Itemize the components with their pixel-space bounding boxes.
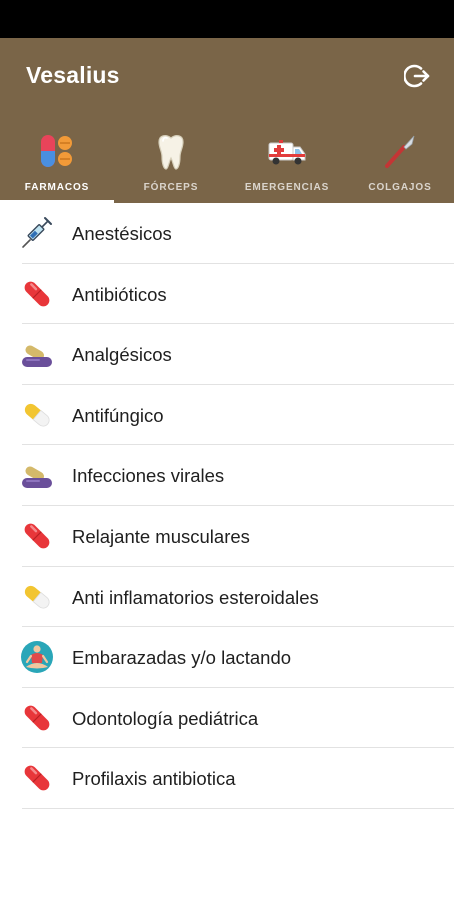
meditation-icon bbox=[20, 640, 54, 674]
list-item-label: Embarazadas y/o lactando bbox=[72, 647, 292, 669]
list-item[interactable]: Anti inflamatorios esteroidales bbox=[0, 567, 454, 628]
list-item-label: Profilaxis antibiotica bbox=[72, 768, 236, 790]
list-item[interactable]: Relajante musculares bbox=[0, 506, 454, 567]
list-item[interactable]: Profilaxis antibiotica bbox=[0, 748, 454, 809]
tab-emergencias[interactable]: EMERGENCIAS bbox=[228, 126, 346, 203]
red-pill-icon bbox=[20, 277, 54, 311]
tab-forceps[interactable]: FÓRCEPS bbox=[114, 126, 228, 203]
list-item-label: Anestésicos bbox=[72, 223, 172, 244]
ambulance-icon bbox=[267, 132, 307, 172]
logout-button[interactable] bbox=[402, 60, 434, 92]
list-item-label: Analgésicos bbox=[72, 344, 172, 366]
list-item-label: Anti inflamatorios esteroidales bbox=[72, 586, 319, 608]
tooth-icon bbox=[151, 132, 191, 172]
list-item[interactable]: Antifúngico bbox=[0, 385, 454, 446]
purple-capsule-icon bbox=[20, 337, 54, 371]
list-item-label: Antibióticos bbox=[72, 283, 167, 305]
tab-label: COLGAJOS bbox=[368, 182, 432, 193]
red-pill-icon bbox=[20, 519, 54, 553]
tab-bar: FARMACOS FÓRCEPS EMERGENCIAS COLGAJOS bbox=[0, 126, 454, 203]
red-pill-icon bbox=[20, 761, 54, 795]
divider bbox=[22, 807, 454, 809]
yellow-pill-icon bbox=[20, 398, 54, 432]
status-bar bbox=[0, 0, 454, 38]
list-item-label: Relajante musculares bbox=[72, 525, 250, 547]
list-item[interactable]: Embarazadas y/o lactando bbox=[0, 627, 454, 688]
list-item[interactable]: Analgésicos bbox=[0, 324, 454, 385]
list-item[interactable]: Anestésicos bbox=[0, 203, 454, 264]
syringe-icon bbox=[20, 216, 54, 250]
yellow-pill-icon bbox=[20, 580, 54, 614]
app-title: Vesalius bbox=[26, 62, 120, 88]
tab-label: EMERGENCIAS bbox=[244, 182, 330, 193]
list-item-label: Odontología pediátrica bbox=[72, 707, 259, 729]
pills-icon bbox=[37, 132, 77, 172]
scalpel-icon bbox=[380, 132, 420, 172]
list-item[interactable]: Odontología pediátrica bbox=[0, 688, 454, 749]
red-pill-icon bbox=[20, 701, 54, 735]
app-bar: Vesalius FARMACOS FÓRCEPS EMERGENCIAS CO… bbox=[0, 38, 454, 203]
logout-icon bbox=[404, 64, 430, 88]
list-item-label: Infecciones virales bbox=[72, 465, 225, 487]
tab-colgajos[interactable]: COLGAJOS bbox=[346, 126, 454, 203]
tab-farmacos[interactable]: FARMACOS bbox=[0, 126, 114, 203]
purple-capsule-icon bbox=[20, 458, 54, 492]
list-item-label: Antifúngico bbox=[72, 404, 164, 426]
tab-label: FARMACOS bbox=[24, 182, 90, 193]
list-item[interactable]: Infecciones virales bbox=[0, 445, 454, 506]
list-item[interactable]: Antibióticos bbox=[0, 264, 454, 325]
drug-category-list: Anestésicos Antibióticos Analgésicos Ant… bbox=[0, 203, 454, 809]
tab-label: FÓRCEPS bbox=[143, 182, 199, 193]
